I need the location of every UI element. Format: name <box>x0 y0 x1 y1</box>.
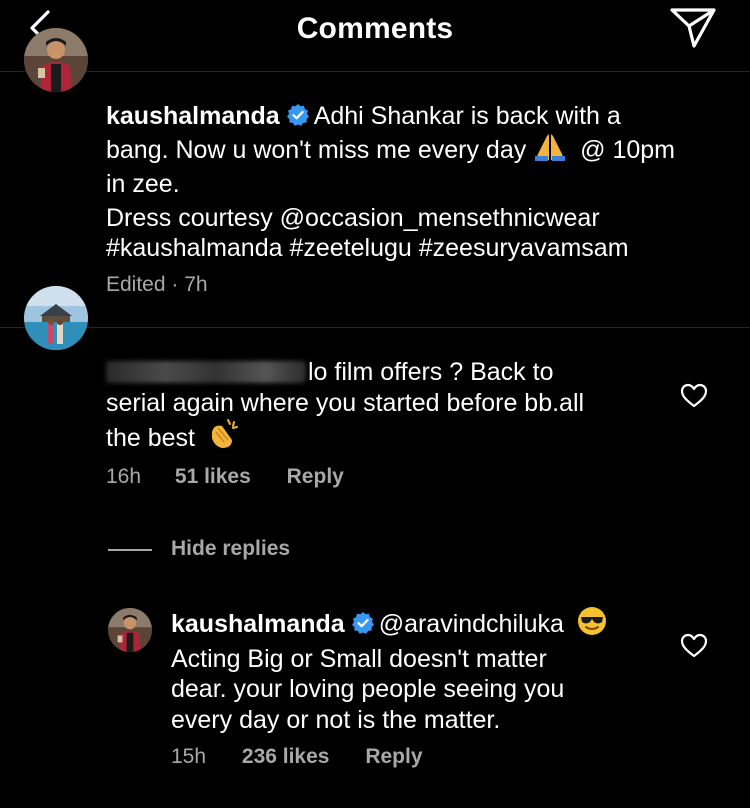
folded-hands-emoji-icon <box>533 132 567 170</box>
reply-reply-button[interactable]: Reply <box>365 745 422 768</box>
caption-line: @ 10pm <box>580 135 676 164</box>
caption-hashtags[interactable]: #kaushalmanda #zeetelugu #zeesuryavamsam <box>106 233 736 264</box>
reply-line: dear. your loving people seeing you <box>171 675 565 703</box>
caption-line: Adhi Shankar is back with a <box>313 102 621 130</box>
caption-text: kaushalmanda Adhi Shankar is back with a … <box>106 101 736 264</box>
hide-replies-button[interactable]: Hide replies <box>171 537 290 561</box>
reply-likes-link[interactable]: 236 likes <box>242 745 330 768</box>
comment-line: serial again where you started before bb… <box>106 388 585 417</box>
reply-line: Acting Big or Small doesn't matter <box>171 644 547 673</box>
reply-time: 15h <box>171 745 207 768</box>
caption-line: in zee. <box>106 170 180 198</box>
verified-badge-icon <box>286 103 310 127</box>
like-heart-icon[interactable] <box>680 383 708 409</box>
page-title: Comments <box>296 12 454 45</box>
caption-username[interactable]: kaushalmanda <box>106 102 280 130</box>
clapping-hands-emoji-icon <box>206 418 240 458</box>
reply-mention[interactable]: @aravindchiluka <box>379 610 564 638</box>
avatar[interactable] <box>108 608 152 652</box>
comment-meta: 16h 51 likes Reply <box>106 465 344 489</box>
reply-line: every day or not is the matter. <box>171 705 501 734</box>
verified-badge-icon <box>351 611 375 635</box>
redacted-username <box>106 361 306 383</box>
avatar[interactable] <box>24 286 88 350</box>
like-heart-icon[interactable] <box>680 633 708 659</box>
reply-text: kaushalmanda @aravindchiluka Acting Big o… <box>171 606 671 735</box>
hide-replies-label: Hide replies <box>171 537 291 560</box>
sunglasses-emoji-icon <box>577 606 607 644</box>
reply-username[interactable]: kaushalmanda <box>171 610 345 638</box>
avatar[interactable] <box>24 28 88 92</box>
replies-divider <box>108 549 152 551</box>
paper-plane-icon <box>670 8 716 48</box>
profile-photo <box>108 608 152 652</box>
profile-photo <box>24 286 88 350</box>
caption-mention-line[interactable]: Dress courtesy @occasion_mensethnicwear <box>106 203 736 234</box>
header-bar: Comments <box>0 0 750 72</box>
comment-text: lo film offers ? Back to serial again wh… <box>106 357 686 458</box>
comment-line: the best <box>106 424 195 452</box>
comment-likes-link[interactable]: 51 likes <box>175 465 251 488</box>
share-button[interactable] <box>668 4 718 50</box>
comment-reply-button[interactable]: Reply <box>287 465 344 488</box>
caption-meta: Edited · 7h <box>106 273 208 296</box>
comment-time: 16h <box>106 465 142 488</box>
profile-photo <box>24 28 88 92</box>
comment-line: lo film offers ? Back to <box>308 358 554 386</box>
caption-line: bang. Now u won't miss me every day <box>106 135 527 164</box>
reply-meta: 15h 236 likes Reply <box>171 745 423 769</box>
